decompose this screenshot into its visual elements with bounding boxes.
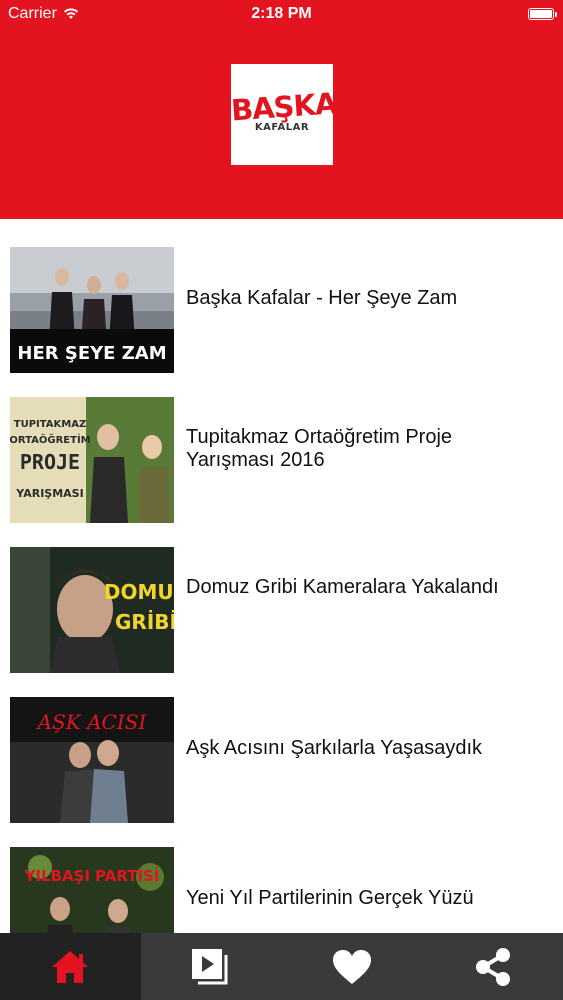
- tab-videos[interactable]: [141, 933, 282, 1000]
- thumbnail-caption: YARIŞMASI: [15, 487, 83, 500]
- video-thumbnail[interactable]: DOMUZ GRİBİ: [10, 547, 174, 673]
- video-item[interactable]: DOMUZ GRİBİ Domuz Gribi Kameralara Yakal…: [0, 519, 563, 673]
- status-bar: Carrier 2:18 PM: [0, 0, 563, 30]
- video-item[interactable]: TUPITAKMAZ ORTAÖĞRETİM PROJE YARIŞMASI T…: [0, 369, 563, 523]
- thumbnail-caption: ORTAÖĞRETİM: [10, 432, 91, 446]
- video-title[interactable]: Başka Kafalar - Her Şeye Zam: [186, 287, 543, 310]
- video-thumbnail[interactable]: HER ŞEYE ZAM: [10, 247, 174, 373]
- video-list-icon: [192, 948, 228, 984]
- video-title[interactable]: Tupitakmaz Ortaöğretim Proje Yarışması 2…: [186, 426, 543, 472]
- video-title[interactable]: Yeni Yıl Partilerinin Gerçek Yüzü: [186, 887, 543, 910]
- tab-favorites[interactable]: [282, 933, 423, 1000]
- video-item[interactable]: HER ŞEYE ZAM Başka Kafalar - Her Şeye Za…: [0, 219, 563, 373]
- status-time: 2:18 PM: [251, 5, 312, 22]
- video-thumbnail[interactable]: TUPITAKMAZ ORTAÖĞRETİM PROJE YARIŞMASI: [10, 397, 174, 523]
- thumbnail-caption: PROJE: [20, 450, 80, 474]
- thumbnail-caption: GRİBİ: [115, 610, 174, 634]
- app-logo: BAŞKA KAFALAR: [230, 64, 337, 165]
- thumbnail-caption: AŞK ACISI: [36, 710, 148, 734]
- video-item[interactable]: AŞK ACISI Aşk Acısını Şarkılarla Yaşasay…: [0, 669, 563, 823]
- thumbnail-caption: TUPITAKMAZ: [14, 419, 86, 430]
- video-thumbnail[interactable]: AŞK ACISI: [10, 697, 174, 823]
- thumbnail-caption: HER ŞEYE ZAM: [17, 343, 166, 364]
- bottom-tab-bar: [0, 933, 563, 1000]
- video-title[interactable]: Aşk Acısını Şarkılarla Yaşasaydık: [186, 737, 543, 760]
- heart-icon: [332, 949, 371, 984]
- battery-icon: [528, 8, 557, 20]
- app-header: Carrier 2:18 PM BAŞKA KAFALAR: [0, 0, 563, 219]
- tab-home[interactable]: [0, 933, 141, 1000]
- tab-share[interactable]: [422, 933, 563, 1000]
- thumbnail-caption: DOMUZ: [104, 580, 174, 604]
- thumbnail-caption: YILBAŞI PARTİSİ: [24, 866, 160, 885]
- share-icon: [475, 947, 510, 986]
- video-title[interactable]: Domuz Gribi Kameralara Yakalandı: [186, 576, 543, 599]
- home-icon: [52, 950, 89, 983]
- logo-sub-text: KAFALAR: [254, 122, 310, 133]
